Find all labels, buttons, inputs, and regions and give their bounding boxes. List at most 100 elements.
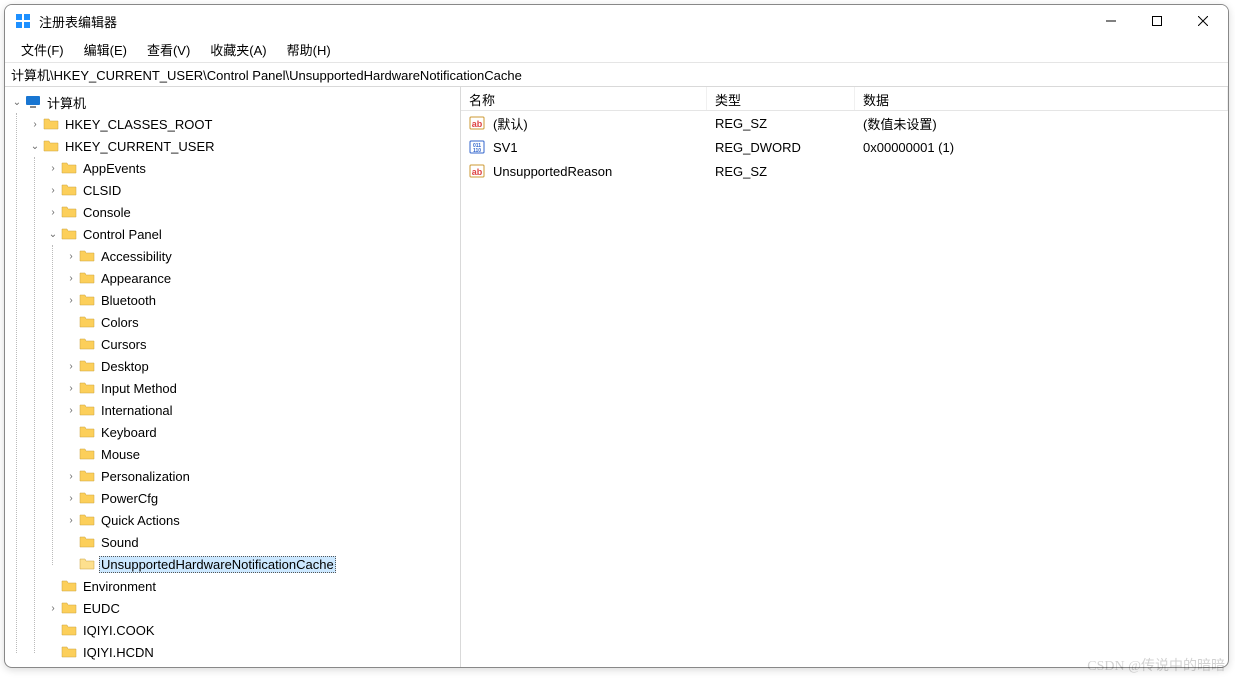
menu-help[interactable]: 帮助(H) xyxy=(279,38,339,61)
chevron-down-icon[interactable]: ⌄ xyxy=(9,97,25,108)
tree-node-keyboard[interactable]: ›Keyboard xyxy=(63,421,460,443)
tree-node-quick-actions[interactable]: ›Quick Actions xyxy=(63,509,460,531)
tree-node-eudc[interactable]: ›EUDC xyxy=(45,597,460,619)
reg-string-icon: ab xyxy=(469,163,485,179)
tree-node-hkcu[interactable]: ⌄ HKEY_CURRENT_USER xyxy=(27,135,460,157)
chevron-down-icon[interactable]: ⌄ xyxy=(27,141,43,152)
folder-icon xyxy=(79,512,95,528)
menu-file[interactable]: 文件(F) xyxy=(13,38,72,61)
values-header: 名称 类型 数据 xyxy=(461,87,1228,111)
folder-open-icon xyxy=(43,138,59,154)
column-header-type[interactable]: 类型 xyxy=(707,87,855,110)
folder-icon xyxy=(79,468,95,484)
reg-binary-icon: 011110 xyxy=(469,139,485,155)
tree-node-mouse[interactable]: ›Mouse xyxy=(63,443,460,465)
chevron-right-icon[interactable]: › xyxy=(63,273,79,284)
tree-node-desktop[interactable]: ›Desktop xyxy=(63,355,460,377)
address-text: 计算机\HKEY_CURRENT_USER\Control Panel\Unsu… xyxy=(11,65,522,84)
chevron-right-icon[interactable]: › xyxy=(45,185,61,196)
tree-node-hkcr[interactable]: › HKEY_CLASSES_ROOT xyxy=(27,113,460,135)
tree-pane[interactable]: ⌄ 计算机 › HKEY_CLASSES_ROOT xyxy=(5,87,461,667)
chevron-right-icon[interactable]: › xyxy=(45,207,61,218)
menubar: 文件(F) 编辑(E) 查看(V) 收藏夹(A) 帮助(H) xyxy=(5,37,1228,63)
chevron-right-icon[interactable]: › xyxy=(45,603,61,614)
minimize-button[interactable] xyxy=(1088,5,1134,37)
value-type: REG_SZ xyxy=(707,116,855,131)
folder-icon xyxy=(79,380,95,396)
folder-icon xyxy=(79,424,95,440)
chevron-right-icon[interactable]: › xyxy=(63,515,79,526)
tree-node-international[interactable]: ›International xyxy=(63,399,460,421)
window-controls xyxy=(1088,5,1226,37)
folder-icon xyxy=(79,490,95,506)
menu-favorites[interactable]: 收藏夹(A) xyxy=(202,38,274,61)
chevron-right-icon[interactable]: › xyxy=(63,471,79,482)
maximize-button[interactable] xyxy=(1134,5,1180,37)
computer-icon xyxy=(25,94,41,110)
tree-node-control-panel[interactable]: ⌄Control Panel xyxy=(45,223,460,245)
chevron-right-icon[interactable]: › xyxy=(27,119,43,130)
chevron-right-icon[interactable]: › xyxy=(45,163,61,174)
chevron-right-icon[interactable]: › xyxy=(63,361,79,372)
value-name: UnsupportedReason xyxy=(493,164,612,179)
folder-icon xyxy=(61,622,77,638)
chevron-right-icon[interactable]: › xyxy=(63,493,79,504)
tree-node-appearance[interactable]: ›Appearance xyxy=(63,267,460,289)
values-pane[interactable]: 名称 类型 数据 ab(默认)REG_SZ(数值未设置)011110SV1REG… xyxy=(461,87,1228,667)
folder-icon xyxy=(79,336,95,352)
registry-tree: ⌄ 计算机 › HKEY_CLASSES_ROOT xyxy=(5,87,460,667)
chevron-down-icon[interactable]: ⌄ xyxy=(45,229,61,240)
titlebar[interactable]: 注册表编辑器 xyxy=(5,5,1228,37)
tree-node-accessibility[interactable]: ›Accessibility xyxy=(63,245,460,267)
tree-node-iqiyi-cook[interactable]: ›IQIYI.COOK xyxy=(45,619,460,641)
folder-icon xyxy=(79,248,95,264)
close-button[interactable] xyxy=(1180,5,1226,37)
chevron-right-icon[interactable]: › xyxy=(63,405,79,416)
folder-open-icon xyxy=(61,226,77,242)
tree-node-sound[interactable]: ›Sound xyxy=(63,531,460,553)
tree-node-environment[interactable]: ›Environment xyxy=(45,575,460,597)
tree-node-personalization[interactable]: ›Personalization xyxy=(63,465,460,487)
folder-icon xyxy=(61,600,77,616)
tree-node-clsid[interactable]: ›CLSID xyxy=(45,179,460,201)
chevron-right-icon[interactable]: › xyxy=(63,251,79,262)
folder-icon xyxy=(61,182,77,198)
chevron-right-icon[interactable]: › xyxy=(63,295,79,306)
folder-open-icon xyxy=(79,556,95,572)
folder-icon xyxy=(79,292,95,308)
app-icon xyxy=(15,13,31,29)
tree-node-iqiyi-hcdn[interactable]: ›IQIYI.HCDN xyxy=(45,641,460,663)
value-row[interactable]: ab(默认)REG_SZ(数值未设置) xyxy=(461,111,1228,135)
folder-icon xyxy=(43,116,59,132)
folder-icon xyxy=(61,644,77,660)
folder-icon xyxy=(79,402,95,418)
tree-node-console[interactable]: ›Console xyxy=(45,201,460,223)
tree-node-input-method[interactable]: ›Input Method xyxy=(63,377,460,399)
folder-icon xyxy=(61,578,77,594)
column-header-data[interactable]: 数据 xyxy=(855,87,1228,110)
address-bar[interactable]: 计算机\HKEY_CURRENT_USER\Control Panel\Unsu… xyxy=(5,63,1228,87)
tree-node-computer[interactable]: ⌄ 计算机 xyxy=(9,91,460,113)
folder-icon xyxy=(61,204,77,220)
reg-string-icon: ab xyxy=(469,115,485,131)
tree-node-cursors[interactable]: ›Cursors xyxy=(63,333,460,355)
menu-edit[interactable]: 编辑(E) xyxy=(76,38,135,61)
folder-icon xyxy=(79,314,95,330)
tree-node-uhnc[interactable]: ›UnsupportedHardwareNotificationCache xyxy=(63,553,460,575)
value-name: (默认) xyxy=(493,114,528,133)
column-header-name[interactable]: 名称 xyxy=(461,87,707,110)
window-title: 注册表编辑器 xyxy=(39,12,1088,31)
menu-view[interactable]: 查看(V) xyxy=(139,38,198,61)
value-data: 0x00000001 (1) xyxy=(855,140,1228,155)
tree-node-colors[interactable]: ›Colors xyxy=(63,311,460,333)
chevron-right-icon[interactable]: › xyxy=(63,383,79,394)
tree-node-bluetooth[interactable]: ›Bluetooth xyxy=(63,289,460,311)
tree-node-powercfg[interactable]: ›PowerCfg xyxy=(63,487,460,509)
value-row[interactable]: 011110 SV1 REG_DWORD0x00000001 (1) xyxy=(461,135,1228,159)
value-row[interactable]: abUnsupportedReasonREG_SZ xyxy=(461,159,1228,183)
value-name: SV1 xyxy=(493,140,518,155)
tree-node-appevents[interactable]: ›AppEvents xyxy=(45,157,460,179)
svg-text:110: 110 xyxy=(473,148,481,154)
folder-icon xyxy=(79,270,95,286)
value-type: REG_DWORD xyxy=(707,140,855,155)
